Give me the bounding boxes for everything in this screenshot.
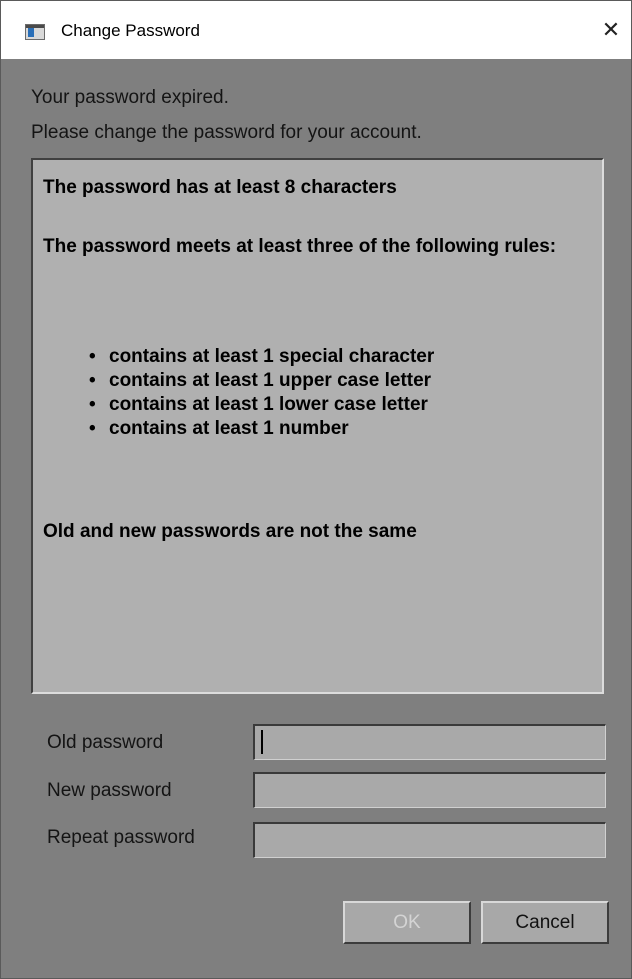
- bullet-icon: •: [89, 394, 96, 415]
- rule-upper-case: contains at least 1 upper case letter: [109, 370, 432, 391]
- expired-message: Your password expired.: [31, 87, 229, 108]
- rule-min-length: The password has at least 8 characters: [43, 177, 397, 198]
- list-item: • contains at least 1 special character: [89, 345, 434, 369]
- password-rules-panel: The password has at least 8 characters T…: [31, 158, 604, 694]
- close-button[interactable]: ✕: [591, 1, 631, 59]
- list-item: • contains at least 1 number: [89, 417, 434, 441]
- repeat-password-label: Repeat password: [47, 827, 195, 848]
- bullet-icon: •: [89, 346, 96, 367]
- new-password-label: New password: [47, 780, 172, 801]
- bullet-icon: •: [89, 418, 96, 439]
- close-icon: ✕: [601, 17, 621, 42]
- cancel-button[interactable]: Cancel: [481, 901, 609, 944]
- rule-lower-case: contains at least 1 lower case letter: [109, 394, 428, 415]
- repeat-password-input[interactable]: [253, 822, 606, 858]
- change-instruction: Please change the password for your acco…: [31, 122, 422, 143]
- list-item: • contains at least 1 lower case letter: [89, 393, 434, 417]
- title-bar: Change Password ✕: [1, 1, 631, 59]
- old-password-label: Old password: [47, 732, 164, 753]
- rule-not-same: Old and new passwords are not the same: [43, 521, 417, 542]
- old-password-input[interactable]: [253, 724, 606, 760]
- text-caret: [261, 730, 263, 754]
- new-password-input[interactable]: [253, 772, 606, 808]
- rule-number: contains at least 1 number: [109, 418, 349, 439]
- window-title: Change Password: [61, 21, 200, 40]
- list-item: • contains at least 1 upper case letter: [89, 369, 434, 393]
- app-window-icon: [25, 24, 45, 40]
- ok-button[interactable]: OK: [343, 901, 471, 944]
- rule-list: • contains at least 1 special character •…: [89, 345, 434, 441]
- bullet-icon: •: [89, 370, 96, 391]
- rule-special-char: contains at least 1 special character: [109, 346, 435, 367]
- change-password-dialog: Change Password ✕ Your password expired.…: [0, 0, 632, 979]
- rule-three-of-following: The password meets at least three of the…: [43, 236, 557, 257]
